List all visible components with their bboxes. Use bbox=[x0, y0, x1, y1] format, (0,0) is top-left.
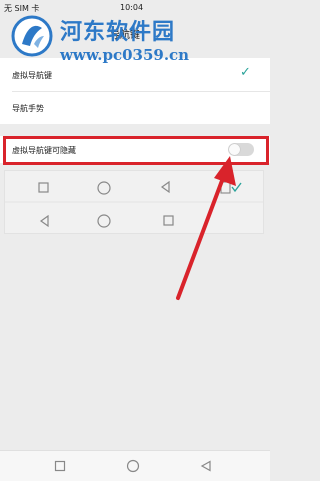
back-triangle-icon[interactable] bbox=[200, 460, 212, 472]
clock-text: 10:04 bbox=[120, 3, 144, 12]
home-circle-icon[interactable] bbox=[126, 459, 140, 473]
watermark-title: 河东软件园 bbox=[60, 19, 176, 45]
watermark: 河东软件园 www.pc0359.cn bbox=[8, 12, 270, 72]
red-arrow-annotation bbox=[170, 150, 250, 310]
watermark-url: www.pc0359.cn bbox=[60, 46, 190, 64]
preview-circle-icon bbox=[97, 181, 111, 195]
system-nav-bar bbox=[0, 450, 270, 481]
option-nav-gestures[interactable]: 导航手势 bbox=[0, 92, 270, 125]
recents-square-icon[interactable] bbox=[54, 460, 66, 472]
preview-back-icon bbox=[39, 214, 49, 228]
watermark-logo-icon bbox=[10, 14, 54, 58]
option-label: 导航手势 bbox=[12, 104, 44, 113]
preview-circle-icon bbox=[97, 214, 111, 228]
preview-back-icon bbox=[160, 180, 170, 194]
preview-square-icon bbox=[38, 182, 49, 193]
